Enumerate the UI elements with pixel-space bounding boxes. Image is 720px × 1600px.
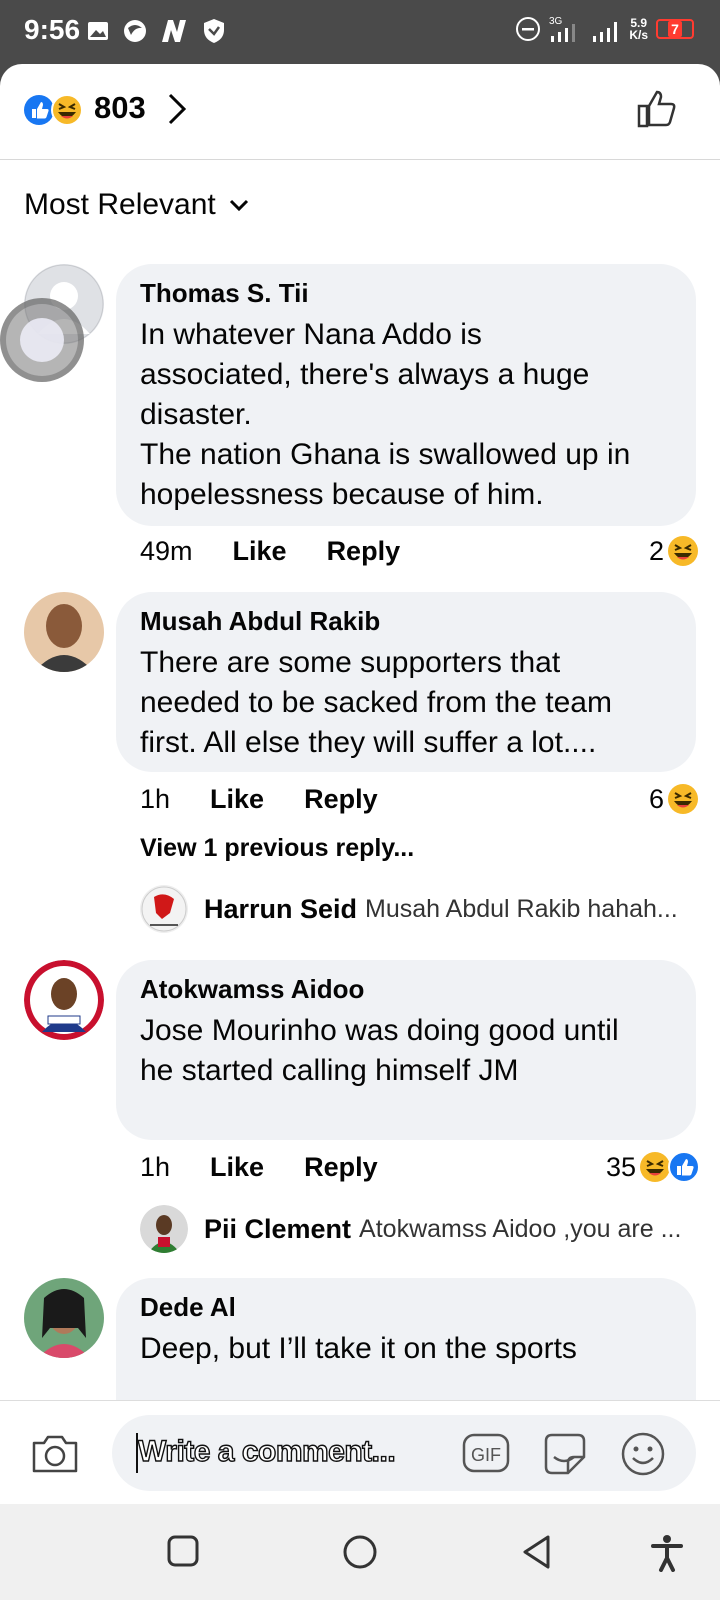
- comment-placeholder: Write a comment...: [137, 1434, 396, 1468]
- comment-reactions[interactable]: 35: [606, 1150, 700, 1184]
- comment-actions: 1h Like Reply 6: [140, 782, 700, 816]
- comments-sheet: 803 Most Relevant Thomas S. Tii In whate…: [0, 64, 720, 1400]
- comment-text: Jose Mourinho was doing good until he st…: [140, 1011, 672, 1091]
- comment-reactions[interactable]: 2: [649, 534, 700, 568]
- sort-label: Most Relevant: [24, 188, 216, 221]
- sticker-icon[interactable]: [540, 1431, 590, 1477]
- comment-bubble[interactable]: Musah Abdul Rakib There are some support…: [116, 592, 696, 772]
- reply-avatar: [140, 885, 188, 933]
- reply-text: Musah Abdul Rakib hahah...: [365, 894, 678, 923]
- comment-bubble[interactable]: Dede Al Deep, but I’ll take it on the sp…: [116, 1278, 696, 1400]
- battery-icon: 7: [656, 19, 694, 39]
- reply-author[interactable]: Pii Clement: [204, 1214, 351, 1245]
- comment-bubble[interactable]: Thomas S. Tii In whatever Nana Addo is a…: [116, 264, 696, 526]
- comment-text-line: Jose Mourinho was doing good until: [140, 1014, 619, 1047]
- comment-bubble[interactable]: Atokwamss Aidoo Jose Mourinho was doing …: [116, 960, 696, 1140]
- comment-like-button[interactable]: Like: [233, 536, 287, 567]
- view-previous-replies[interactable]: View 1 previous reply...: [140, 834, 414, 863]
- back-button[interactable]: [520, 1534, 554, 1570]
- status-bar: 9:56 3G 5.9 K/s 7: [0, 0, 720, 64]
- reply-preview[interactable]: Harrun Seid Musah Abdul Rakib hahah...: [140, 884, 700, 934]
- comment-reaction-count: 35: [605, 1151, 636, 1182]
- comment-text-line: Deep, but I’ll take it on the sports: [140, 1332, 577, 1365]
- comment-time[interactable]: 49m: [140, 536, 193, 567]
- reaction-count: 803: [94, 90, 146, 125]
- avatar-photo: [24, 1278, 104, 1358]
- comment-text-line: disaster.: [140, 398, 252, 431]
- comment-reactions[interactable]: 6: [649, 782, 700, 816]
- network-speed: 5.9 K/s: [629, 17, 648, 41]
- comment-composer: Write a comment... GIF: [0, 1400, 720, 1504]
- comment-text-line: needed to be sacked from the team: [140, 686, 612, 719]
- comment-text: In whatever Nana Addo is associated, the…: [140, 315, 672, 515]
- comment-reply-button[interactable]: Reply: [304, 784, 378, 815]
- comment-reaction-count: 6: [648, 783, 664, 814]
- comment-author[interactable]: Dede Al: [140, 1292, 672, 1323]
- haha-reaction-icon: [668, 784, 698, 814]
- comment-like-button[interactable]: Like: [210, 1152, 264, 1183]
- comment-text-line: he started calling himself JM: [140, 1054, 519, 1087]
- avatar[interactable]: [24, 592, 104, 672]
- comment-text-line: hopelessness because of him.: [140, 478, 544, 511]
- gif-icon[interactable]: GIF: [462, 1431, 510, 1475]
- like-reaction-icon: [668, 1151, 700, 1183]
- svg-text:GIF: GIF: [471, 1445, 501, 1465]
- status-time: 9:56: [24, 14, 81, 45]
- comment-reaction-count: 2: [648, 535, 664, 566]
- avatar-photo: [24, 592, 104, 672]
- like-button[interactable]: [636, 88, 678, 130]
- reply-avatar: [140, 1205, 188, 1253]
- emoji-icon[interactable]: [620, 1431, 666, 1477]
- comment-time[interactable]: 1h: [140, 1152, 170, 1183]
- chevron-right-icon: [168, 93, 187, 125]
- signal-icon: [593, 22, 618, 42]
- signal-3g-icon: 3G: [549, 16, 576, 42]
- comment-author[interactable]: Musah Abdul Rakib: [140, 606, 672, 637]
- comment-author[interactable]: Thomas S. Tii: [140, 278, 672, 309]
- comment-author[interactable]: Atokwamss Aidoo: [140, 974, 672, 1005]
- reaction-icons: [24, 94, 83, 126]
- comment-text-line: There are some supporters that: [140, 646, 561, 679]
- dnd-icon: [516, 17, 541, 41]
- avatar[interactable]: [24, 1278, 104, 1358]
- comment-text-line: first. All else they will suffer a lot..…: [140, 726, 597, 759]
- battery-level: 7: [668, 21, 682, 37]
- reply-author[interactable]: Harrun Seid: [204, 894, 357, 925]
- like-reaction-icon: [24, 95, 54, 125]
- recents-button[interactable]: [166, 1534, 200, 1568]
- comment-actions: 49m Like Reply 2: [140, 534, 700, 568]
- comment-reply-button[interactable]: Reply: [304, 1152, 378, 1183]
- home-button[interactable]: [342, 1534, 378, 1570]
- haha-reaction-icon: [640, 1152, 670, 1182]
- camera-icon[interactable]: [30, 1431, 80, 1475]
- comment-like-button[interactable]: Like: [210, 784, 264, 815]
- avatar-photo: [24, 960, 104, 1040]
- comment-text: There are some supporters that needed to…: [140, 643, 672, 763]
- system-nav-bar: [0, 1504, 720, 1600]
- comment-input[interactable]: Write a comment... GIF: [112, 1415, 696, 1491]
- reply-text: Atokwamss Aidoo ,you are ...: [359, 1214, 682, 1243]
- haha-reaction-icon: [668, 536, 698, 566]
- comment-text: Deep, but I’ll take it on the sports: [140, 1329, 672, 1369]
- haha-reaction-icon: [51, 94, 83, 126]
- reply-preview[interactable]: Pii Clement Atokwamss Aidoo ,you are ...: [140, 1204, 700, 1254]
- touch-indicator: [0, 298, 84, 382]
- comment-text-line: associated, there's always a huge: [140, 358, 590, 391]
- comment-time[interactable]: 1h: [140, 784, 170, 815]
- sort-dropdown[interactable]: Most Relevant: [24, 188, 250, 222]
- svg-text:3G: 3G: [549, 16, 563, 27]
- notification-n-icon: [162, 20, 186, 42]
- network-speed-unit: K/s: [629, 28, 648, 42]
- accessibility-icon[interactable]: [650, 1534, 684, 1572]
- chevron-down-icon: [229, 199, 248, 212]
- comment-actions: 1h Like Reply 35: [140, 1150, 700, 1184]
- shield-notification-icon: [204, 19, 224, 43]
- avatar[interactable]: [24, 960, 104, 1040]
- comment-text-line: In whatever Nana Addo is: [140, 318, 482, 351]
- gallery-notification-icon: [88, 22, 108, 40]
- comment-reply-button[interactable]: Reply: [327, 536, 401, 567]
- comment-text-line: The nation Ghana is swallowed up in: [140, 438, 631, 471]
- reactions-header[interactable]: 803: [0, 64, 720, 160]
- notification-app-icon: [124, 20, 146, 42]
